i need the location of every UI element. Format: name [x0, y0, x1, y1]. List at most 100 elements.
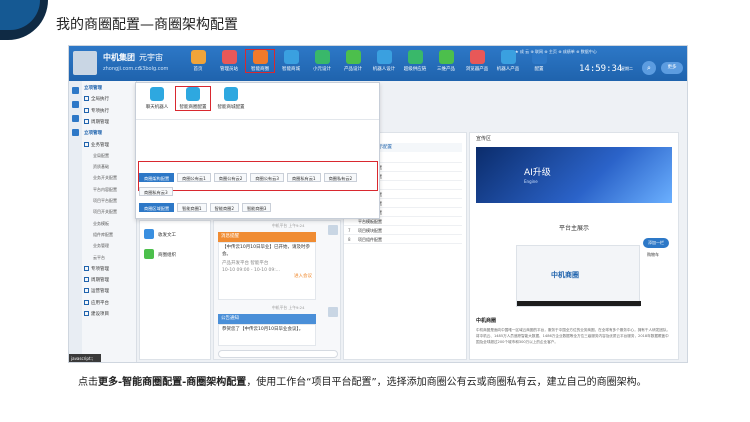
sender-avatar	[328, 307, 338, 317]
nav-icon	[407, 50, 423, 64]
config-tab[interactable]: 商圈公有云1	[177, 173, 211, 182]
sidebar-item[interactable]: 平台内容配置	[93, 187, 117, 193]
list-row[interactable]: 平台模板配置	[344, 218, 462, 226]
grid-icon[interactable]	[72, 115, 79, 122]
sidebar-item[interactable]: 业务管理	[84, 141, 109, 148]
checkbox-icon[interactable]	[84, 277, 89, 283]
video-player[interactable]: 中机商圈	[516, 245, 641, 307]
nav-item-5[interactable]: 产品设计	[339, 50, 367, 72]
more-button[interactable]: 更多	[661, 62, 683, 74]
nav-item-8[interactable]: 三维产品	[432, 50, 460, 72]
nav-item-4[interactable]: 小元设计	[308, 50, 336, 72]
sidebar-item[interactable]: 专项执行	[84, 107, 109, 114]
promo-banner[interactable]: AI升级 Engine	[476, 147, 672, 203]
nav-item-6[interactable]: 机器人设计	[370, 50, 398, 72]
sidebar-item[interactable]: 运营管理	[84, 288, 109, 294]
sidebar-item[interactable]: 云平台	[93, 255, 105, 261]
nav-icon	[345, 50, 361, 64]
message-card-reminder[interactable]: 【中传云10月10日毕业】已开始，请及时参会。 产品开发平台 智能平台 10-1…	[218, 242, 316, 300]
workspace-domain: 53bolg.com	[139, 66, 169, 72]
message-sender: 中机平台 上午9:24	[272, 223, 305, 228]
config-tab[interactable]: 智能商圈1	[177, 203, 207, 212]
home-icon[interactable]	[72, 87, 79, 94]
smart-mall-config-item[interactable]: 智能商城配置	[214, 87, 248, 110]
sidebar-item[interactable]: 立项管理	[84, 130, 102, 136]
nav-item-1[interactable]: 管理员站	[215, 50, 243, 72]
top-right-links[interactable]: ★ 成 云 ⊕ 联网 ⊕ 主页 ⊕ 成绩单 ⊕ 数据中心	[515, 49, 597, 55]
status-bar: javascript:;	[69, 354, 101, 362]
sidebar-item[interactable]: 组件库配置	[93, 232, 113, 238]
nav-item-0[interactable]: 首页	[184, 50, 212, 72]
sidebar-item[interactable]: 业务开关配置	[93, 175, 117, 181]
description-title: 中机商圈	[476, 318, 497, 324]
checkbox-icon[interactable]	[84, 288, 89, 294]
sidebar-item[interactable]: 全局执行	[84, 96, 109, 102]
sidebar-item[interactable]: 立项管理	[84, 85, 102, 91]
list-row[interactable]: 8 项目组件配置	[344, 236, 462, 244]
sidebar-item[interactable]: 应用平台	[84, 299, 109, 306]
nav-icon	[221, 50, 237, 64]
config-tab[interactable]: 商圈私有云1	[286, 173, 321, 182]
join-meeting-link[interactable]: 进入会议	[222, 274, 312, 281]
search-icon[interactable]: ⌕	[642, 61, 656, 75]
sidebar-item[interactable]: 业务模板	[93, 221, 109, 227]
nav-icon	[314, 50, 330, 64]
checkbox-icon[interactable]	[84, 311, 89, 316]
tile-org[interactable]: 商圈组织	[144, 249, 204, 263]
nav-item-7[interactable]: 超级供应链	[401, 50, 429, 72]
config-tab[interactable]: 商圈私有云2	[323, 173, 358, 182]
caption-path: 更多-智能商圈配置-商圈架构配置	[98, 377, 247, 388]
clock: 14:59:34	[579, 64, 623, 74]
config-tab[interactable]: 智能商圈3	[241, 203, 272, 212]
nav-icon	[376, 50, 392, 64]
more-dropdown: 聊天机器人 智能商圈配置 智能商城配置 商圈架构配置 商圈公有云1 商圈公有云2 商圈…	[135, 82, 380, 219]
docs-icon	[144, 229, 154, 239]
video-controls[interactable]	[517, 301, 641, 306]
config-tab[interactable]: 商圈区域配置	[139, 203, 175, 212]
smart-circle-config-item[interactable]: 智能商圈配置	[175, 86, 211, 111]
top-navbar: 中机集团 zhongji.com.cn 元宇宙 53bolg.com 首页 管理员…	[69, 46, 687, 81]
page-title: 我的商圈配置—商圈架构配置	[56, 17, 238, 33]
monitor-icon[interactable]	[72, 129, 79, 136]
config-tab[interactable]: 商圈公有云3	[250, 173, 284, 182]
workspace-name[interactable]: 元宇宙	[139, 52, 163, 63]
add-column-button[interactable]: 添加一栏	[643, 238, 669, 248]
nav-item-9[interactable]: 浏览器产品	[463, 50, 491, 72]
checkbox-icon[interactable]	[84, 118, 89, 124]
sidebar-item[interactable]: 周期管理	[84, 118, 109, 125]
tile-docs[interactable]: 收发文工	[144, 229, 204, 243]
checkbox-icon[interactable]	[84, 299, 89, 305]
sidebar-item[interactable]: 业务管理	[93, 243, 109, 249]
chat-input[interactable]	[218, 350, 338, 358]
sidebar-item[interactable]: 项目平台配置	[93, 198, 117, 204]
sidebar-item[interactable]: 建设项目	[84, 311, 109, 317]
nav-icon	[252, 50, 268, 64]
chatbot-item[interactable]: 聊天机器人	[140, 87, 174, 110]
list-icon[interactable]	[72, 101, 79, 108]
sidebar-item[interactable]: 周期管理	[84, 277, 109, 283]
message-sender: 中机平台 上午9:24	[272, 305, 305, 310]
config-tab[interactable]: 商圈公有云2	[213, 173, 248, 182]
sidebar-icon-strip	[69, 81, 82, 362]
weekday: 星期二	[621, 66, 633, 71]
app-screenshot: 中机集团 zhongji.com.cn 元宇宙 53bolg.com 首页 管理员…	[68, 45, 688, 363]
description-body: 中机商圈是面向中国唯一区域云商圈的平台，服务于中国全方位的业务商圈，在全球有多个…	[476, 328, 671, 344]
message-text: 【中传云10月10日毕业】已开始，请及时参会。	[222, 245, 310, 257]
cart-button[interactable]: 购物车	[647, 252, 659, 258]
nav-item-2[interactable]: 智能商圈	[245, 49, 275, 73]
caption: 点击更多-智能商圈配置-商圈架构配置，使用工作台“项目平台配置”，选择添加商圈公…	[78, 377, 647, 388]
nav-item-3[interactable]: 智能商城	[277, 50, 305, 72]
checkbox-icon[interactable]	[84, 107, 89, 113]
divider	[136, 119, 379, 120]
sidebar-item[interactable]: 专项管理	[84, 265, 109, 272]
checkbox-icon[interactable]	[84, 265, 89, 271]
checkbox-icon[interactable]	[84, 96, 89, 102]
sidebar-item[interactable]: 项目开关配置	[93, 209, 117, 215]
checkbox-icon[interactable]	[84, 141, 89, 147]
list-row[interactable]: 7 项目模块配置	[344, 227, 462, 235]
sidebar-item[interactable]: 全局配置	[93, 153, 109, 159]
sidebar-item[interactable]: 资质基础	[93, 164, 109, 170]
message-card-notice[interactable]: 恭贺您了【中传云10月10日毕业会议】。	[218, 324, 316, 346]
user-avatar[interactable]	[73, 51, 97, 75]
config-tab[interactable]: 智能商圈2	[209, 203, 239, 212]
